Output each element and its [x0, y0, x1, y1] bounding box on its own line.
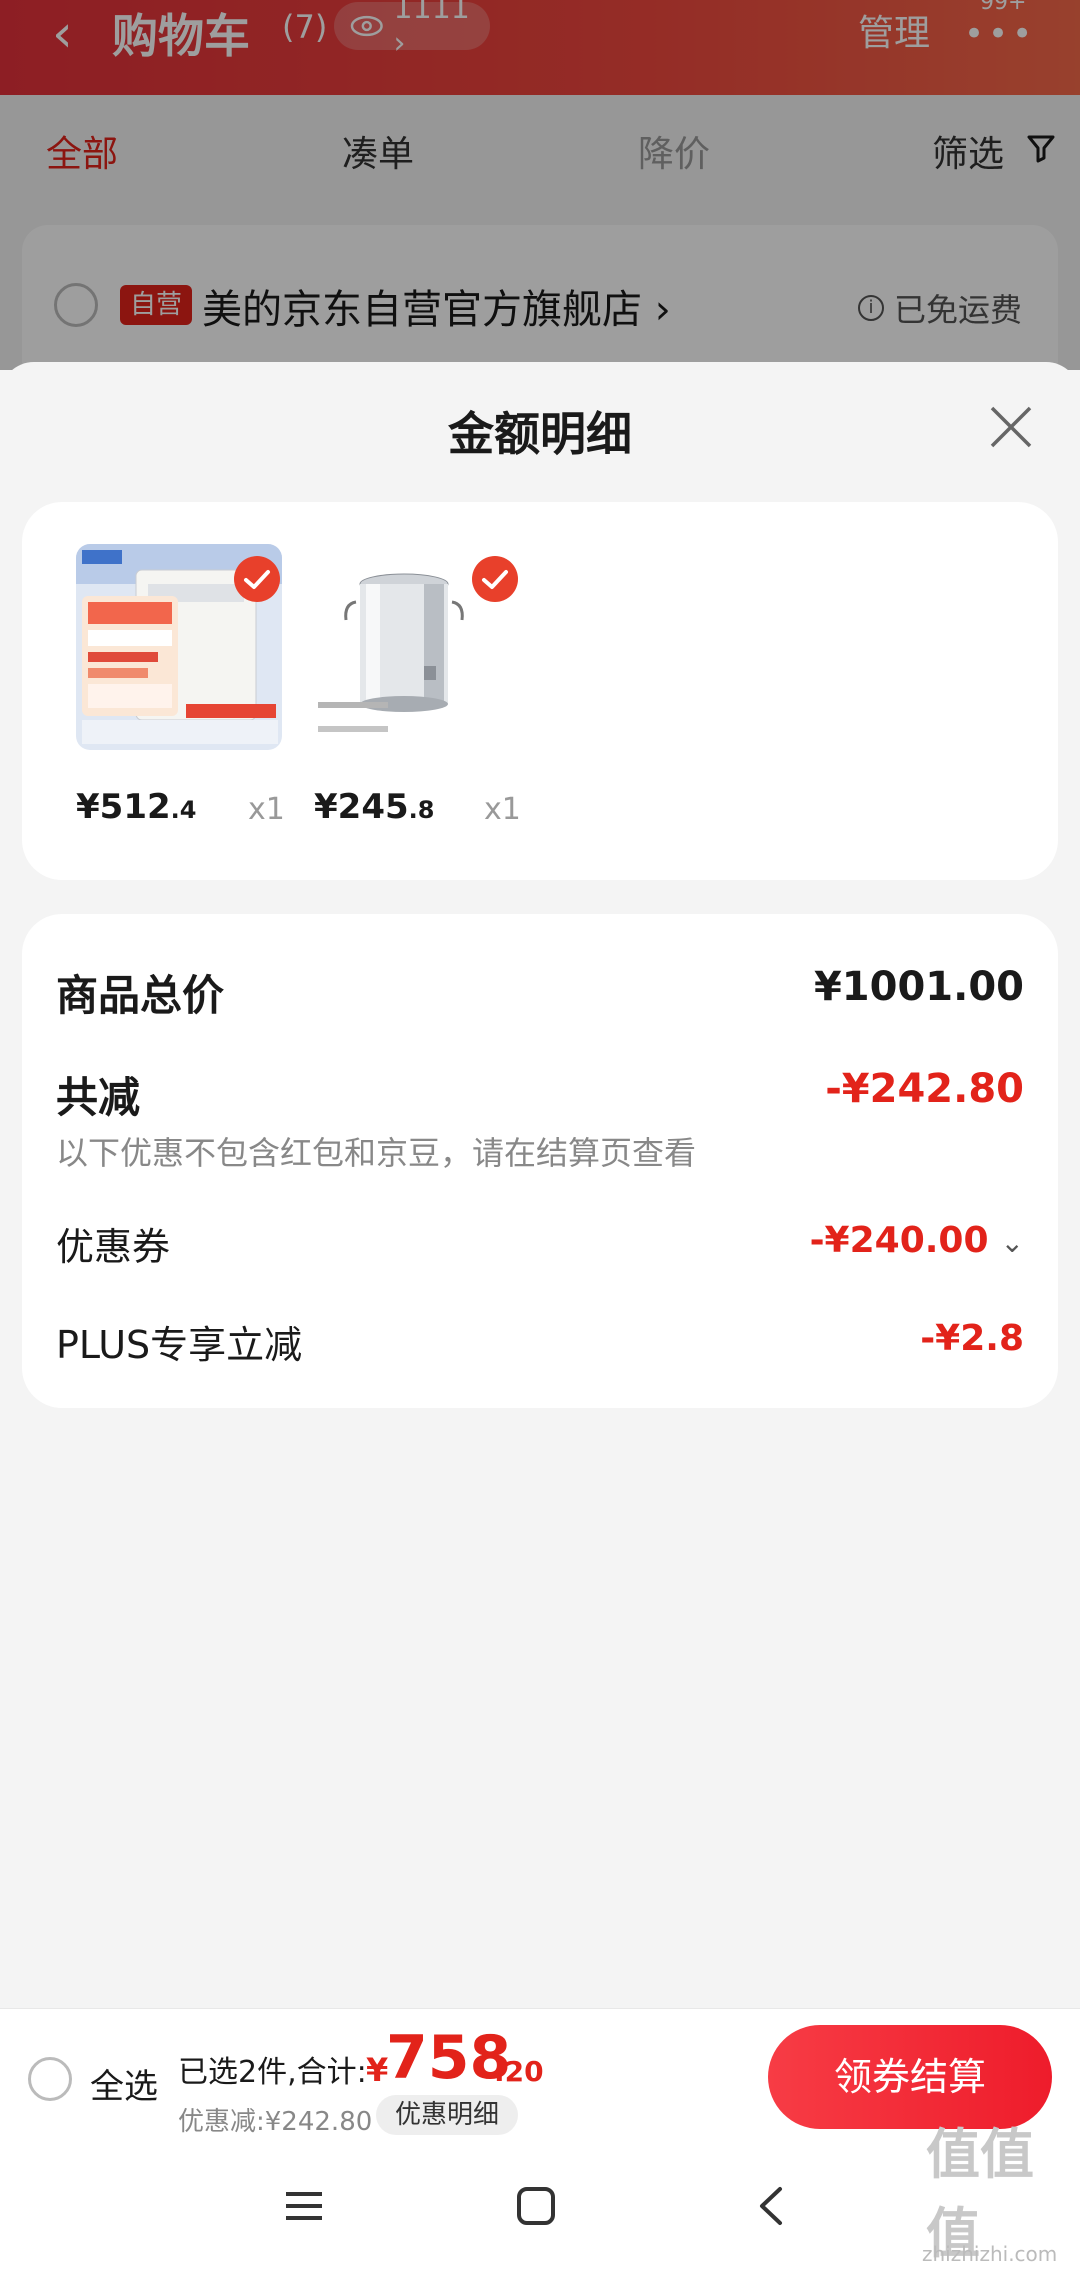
site-watermark-url: zhizhizhi.com [922, 2242, 1058, 2266]
checkout-bar: 全选 已选2件,合计: ¥ 758 .20 优惠减:¥242.80 优惠明细 领… [0, 2008, 1080, 2146]
coupon-label: 优惠券 [56, 1225, 171, 1269]
price-summary-card: 商品总价 ¥1001.00 共减 -¥242.80 以下优惠不包含红包和京豆，请… [22, 914, 1058, 1408]
select-all-label[interactable]: 全选 [90, 2059, 158, 2108]
modal-overlay[interactable] [0, 0, 1080, 370]
sheet-title: 金额明细 [448, 407, 632, 461]
total-price-value: ¥1001.00 [813, 964, 1024, 1010]
item-price: ¥512.4 [76, 787, 197, 827]
cart-page-background: ‹ 购物车 (7) 1111 › 管理 ••• 99+ 全部 凑单 降价 筛选 … [0, 0, 1080, 425]
selected-items-card: ¥512.4 x1 ¥245.8 x1 [22, 502, 1058, 880]
close-icon[interactable] [986, 402, 1036, 452]
product-item[interactable] [314, 544, 520, 750]
plus-discount-label: PLUS专享立减 [56, 1323, 303, 1367]
discount-summary: 优惠减:¥242.80 [178, 2107, 373, 2137]
total-reduction-label: 共减 [56, 1073, 141, 1122]
item-quantity: x1 [248, 792, 285, 827]
home-icon[interactable] [516, 2186, 556, 2226]
back-icon[interactable] [752, 2186, 792, 2226]
system-nav-bar [0, 2146, 1080, 2275]
total-decimal: .20 [494, 2055, 544, 2088]
total-price-label: 商品总价 [56, 971, 225, 1020]
menu-icon[interactable] [284, 2186, 324, 2226]
checked-icon[interactable] [234, 556, 280, 602]
chevron-down-icon: ⌄ [1000, 1226, 1024, 1259]
total-reduction-value: -¥242.80 [825, 1066, 1024, 1112]
checked-icon[interactable] [472, 556, 518, 602]
total-amount: 758 [386, 2023, 512, 2093]
coupon-value: -¥240.00 [809, 1220, 989, 1261]
coupon-row[interactable]: -¥240.00 ⌄ [810, 1220, 1024, 1261]
item-price: ¥245.8 [314, 787, 435, 827]
plus-discount-value: -¥2.8 [920, 1318, 1024, 1359]
selected-count-text: 已选2件,合计: [178, 2055, 367, 2090]
discount-detail-button[interactable]: 优惠明细 [376, 2095, 518, 2135]
item-quantity: x1 [484, 792, 521, 827]
amount-detail-sheet: 金额明细 ¥512.4 x1 ¥245.8 x1 商品总价 ¥1001.00 共… [0, 362, 1080, 2010]
total-currency: ¥ [366, 2051, 389, 2089]
select-all-radio[interactable] [28, 2057, 72, 2101]
product-item[interactable] [76, 544, 282, 750]
discount-note: 以下优惠不包含红包和京豆，请在结算页查看 [56, 1134, 697, 1172]
